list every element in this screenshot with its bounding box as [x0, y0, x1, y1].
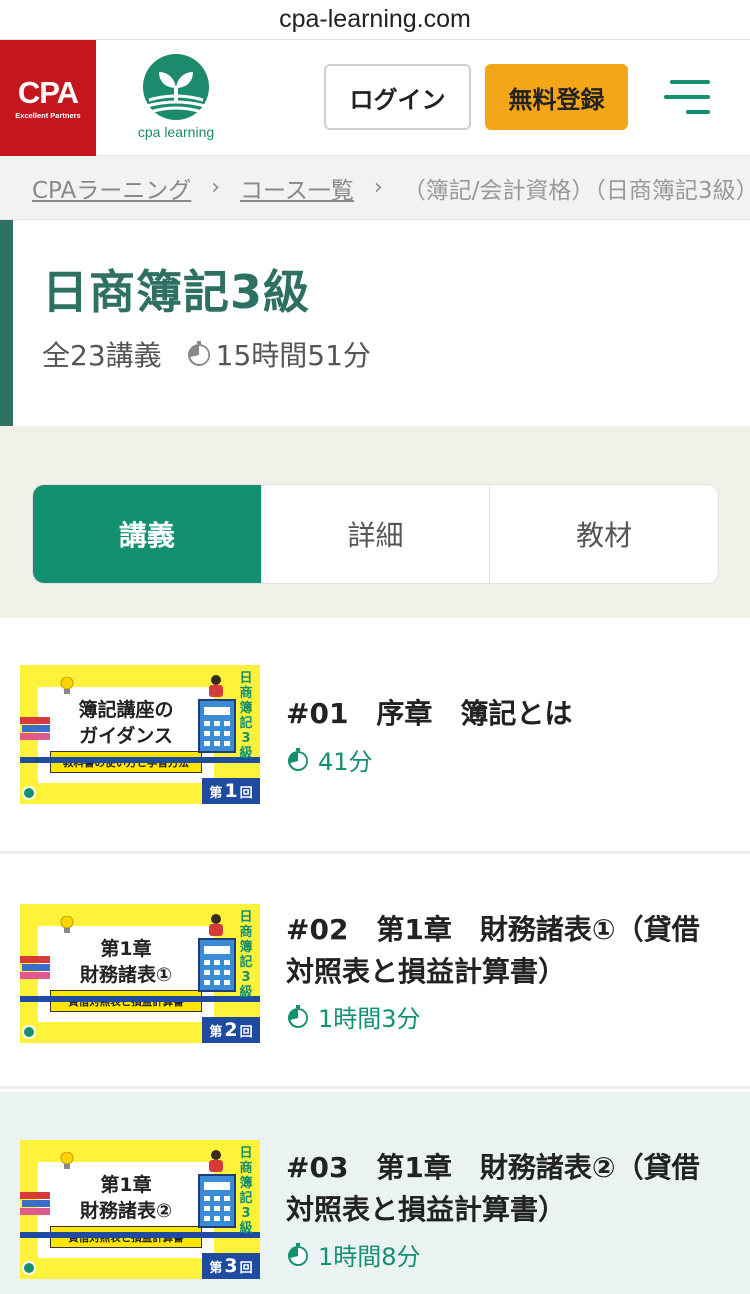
- lecture-duration: 1時間3分: [286, 999, 421, 1034]
- hamburger-menu-icon[interactable]: [664, 76, 714, 118]
- calculator-icon: [198, 699, 236, 753]
- thumbnail-vertical-label: 日商簿記3級: [239, 671, 253, 761]
- badge-suffix: 回: [239, 1260, 253, 1276]
- breadcrumb: CPAラーニング › コース一覧 › （簿記/会計資格）（日商簿記3級）: [0, 156, 750, 220]
- badge-number: 2: [224, 1019, 238, 1041]
- login-button[interactable]: ログイン: [324, 64, 471, 130]
- lecture-duration: 1時間8分: [286, 1237, 421, 1272]
- episode-badge: 第3回: [202, 1253, 260, 1279]
- page-title: 日商簿記3級: [42, 265, 311, 319]
- lecture-title[interactable]: #03 第1章 財務諸表②（貸借対照表と損益計算書）: [286, 1147, 726, 1231]
- thumbnail-line1: 第1章: [100, 1174, 152, 1196]
- lecture-title[interactable]: #02 第1章 財務諸表①（貸借対照表と損益計算書）: [286, 909, 726, 993]
- person-icon: [209, 675, 223, 697]
- lecture-item[interactable]: 簿記講座の ガイダンス 教科書の使い方と学習方法 日商簿記3級 第1回: [0, 618, 750, 854]
- badge-prefix: 第: [209, 785, 223, 801]
- tab-materials[interactable]: 教材: [489, 485, 718, 583]
- clock-icon: [288, 747, 308, 771]
- course-tabs: 講義 詳細 教材: [32, 484, 719, 584]
- thumbnail-line2: ガイダンス: [79, 725, 173, 747]
- lecture-item[interactable]: 第1章 財務諸表② 貸借対照表と損益計算書 日商簿記3級 第3回: [0, 1092, 750, 1294]
- cpa-logo-subtext: Excellent Partners: [15, 110, 81, 120]
- thumbnail-line2: 財務諸表①: [79, 964, 173, 986]
- light-bulb-icon: [60, 1152, 74, 1169]
- badge-number: 1: [224, 780, 238, 802]
- breadcrumb-current: （簿記/会計資格）（日商簿記3級）: [402, 177, 750, 204]
- logo-mark-icon: [22, 786, 36, 800]
- badge-prefix: 第: [209, 1260, 223, 1276]
- total-time: 15時間51分: [215, 339, 371, 372]
- lecture-item[interactable]: 第1章 財務諸表① 貸借対照表と損益計算書 日商簿記3級 第2回: [0, 857, 750, 1089]
- episode-badge: 第1回: [202, 778, 260, 804]
- url-text: cpa-learning.com: [279, 5, 471, 33]
- tab-lectures[interactable]: 講義: [33, 485, 261, 583]
- lecture-duration-text: 1時間8分: [318, 1243, 421, 1271]
- thumbnail-board: 第1章 財務諸表② 貸借対照表と損益計算書: [38, 1162, 214, 1258]
- badge-prefix: 第: [209, 1024, 223, 1040]
- lecture-thumbnail[interactable]: 簿記講座の ガイダンス 教科書の使い方と学習方法 日商簿記3級 第1回: [20, 665, 260, 804]
- thumbnail-line2: 財務諸表②: [79, 1200, 173, 1222]
- clock-icon: [288, 1242, 308, 1266]
- course-header: 日商簿記3級 全23講義 15時間51分: [0, 220, 750, 426]
- thumbnail-vertical-label: 日商簿記3級: [239, 1146, 253, 1236]
- thumbnail-stripe: [20, 996, 260, 1002]
- cpa-logo[interactable]: CPA Excellent Partners: [0, 40, 96, 156]
- free-register-button[interactable]: 無料登録: [485, 64, 628, 130]
- cpa-learning-logo-text: cpa learning: [137, 124, 215, 140]
- lecture-title[interactable]: #01 序章 簿記とは: [286, 693, 726, 735]
- clock-icon: [288, 1004, 308, 1028]
- thumbnail-line1: 簿記講座の: [78, 699, 174, 721]
- thumbnail-board: 第1章 財務諸表① 貸借対照表と損益計算書: [38, 926, 214, 1022]
- thumbnail-line1: 第1章: [100, 938, 152, 960]
- cpa-logo-text: CPA: [17, 74, 79, 110]
- course-meta: 全23講義 15時間51分: [42, 334, 371, 374]
- books-icon: [20, 1192, 50, 1215]
- site-header: CPA Excellent Partners cpa learning ログイン…: [0, 40, 750, 156]
- books-icon: [20, 956, 50, 979]
- light-bulb-icon: [60, 916, 74, 933]
- light-bulb-icon: [60, 677, 74, 694]
- breadcrumb-home-link[interactable]: CPAラーニング: [32, 171, 191, 205]
- badge-number: 3: [224, 1255, 238, 1277]
- thumbnail-stripe: [20, 1232, 260, 1238]
- browser-url-bar[interactable]: cpa-learning.com: [0, 0, 750, 40]
- lecture-duration: 41分: [286, 742, 373, 777]
- title-accent-bar: [0, 220, 13, 426]
- badge-suffix: 回: [239, 1024, 253, 1040]
- logo-mark-icon: [22, 1261, 36, 1275]
- episode-badge: 第2回: [202, 1017, 260, 1043]
- thumbnail-vertical-label: 日商簿記3級: [239, 910, 253, 1000]
- lecture-thumbnail[interactable]: 第1章 財務諸表② 貸借対照表と損益計算書 日商簿記3級 第3回: [20, 1140, 260, 1279]
- person-icon: [209, 914, 223, 936]
- breadcrumb-course-list-link[interactable]: コース一覧: [240, 171, 354, 205]
- chevron-right-icon: ›: [211, 175, 221, 200]
- badge-suffix: 回: [239, 785, 253, 801]
- calculator-icon: [198, 1174, 236, 1228]
- lecture-thumbnail[interactable]: 第1章 財務諸表① 貸借対照表と損益計算書 日商簿記3級 第2回: [20, 904, 260, 1043]
- calculator-icon: [198, 938, 236, 992]
- logo-mark-icon: [22, 1025, 36, 1039]
- tab-details[interactable]: 詳細: [260, 485, 490, 583]
- chevron-right-icon: ›: [373, 175, 383, 200]
- sprout-logo-icon: [143, 54, 209, 120]
- clock-icon: [187, 341, 210, 366]
- tabs-section: 講義 詳細 教材: [0, 426, 750, 618]
- lecture-duration-text: 1時間3分: [318, 1005, 421, 1033]
- books-icon: [20, 717, 50, 740]
- person-icon: [209, 1150, 223, 1172]
- thumbnail-board: 簿記講座の ガイダンス 教科書の使い方と学習方法: [38, 687, 214, 783]
- thumbnail-stripe: [20, 757, 260, 763]
- lecture-duration-text: 41分: [318, 748, 373, 776]
- lecture-count: 全23講義: [42, 339, 162, 372]
- cpa-learning-logo[interactable]: cpa learning: [122, 52, 230, 146]
